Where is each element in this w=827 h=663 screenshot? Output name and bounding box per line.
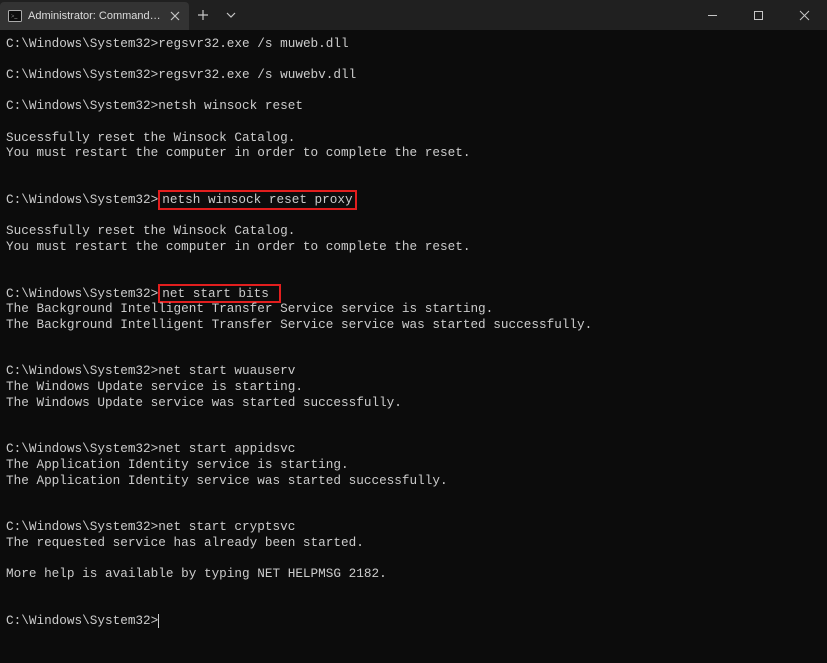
output-line: Sucessfully reset the Winsock Catalog. — [6, 223, 821, 239]
command-line: C:\Windows\System32>net start appidsvc — [6, 441, 821, 457]
blank-line — [6, 161, 821, 177]
command-text-highlighted: netsh winsock reset proxy — [158, 190, 356, 210]
command-line: C:\Windows\System32>net start wuauserv — [6, 363, 821, 379]
prompt-text: C:\Windows\System32> — [6, 36, 158, 51]
blank-line — [6, 597, 821, 613]
command-text: net start cryptsvc — [158, 519, 295, 534]
blank-line — [6, 270, 821, 286]
titlebar-drag-region[interactable] — [245, 0, 689, 30]
blank-line — [6, 488, 821, 504]
output-line: You must restart the computer in order t… — [6, 145, 821, 161]
blank-line — [6, 504, 821, 520]
blank-line — [6, 208, 821, 224]
new-tab-button[interactable] — [189, 0, 217, 30]
blank-line — [6, 332, 821, 348]
cmd-icon: >_ — [8, 9, 22, 23]
blank-line — [6, 254, 821, 270]
command-line: C:\Windows\System32>regsvr32.exe /s muwe… — [6, 36, 821, 52]
terminal-output[interactable]: C:\Windows\System32>regsvr32.exe /s muwe… — [0, 30, 827, 663]
prompt-text: C:\Windows\System32> — [6, 363, 158, 378]
maximize-button[interactable] — [735, 0, 781, 30]
tab-active[interactable]: >_ Administrator: Command Promp — [0, 2, 189, 30]
output-line: More help is available by typing NET HEL… — [6, 566, 821, 582]
command-line: C:\Windows\System32>net start cryptsvc — [6, 519, 821, 535]
output-line: The Background Intelligent Transfer Serv… — [6, 301, 821, 317]
command-text: net start appidsvc — [158, 441, 295, 456]
command-text: net start wuauserv — [158, 363, 295, 378]
app-window: >_ Administrator: Command Promp C:\Windo… — [0, 0, 827, 663]
output-line: The Background Intelligent Transfer Serv… — [6, 317, 821, 333]
command-text: regsvr32.exe /s wuwebv.dll — [158, 67, 356, 82]
current-prompt: C:\Windows\System32> — [6, 613, 821, 629]
command-line: C:\Windows\System32>netsh winsock reset — [6, 98, 821, 114]
blank-line — [6, 582, 821, 598]
command-line: C:\Windows\System32>regsvr32.exe /s wuwe… — [6, 67, 821, 83]
tab-title: Administrator: Command Promp — [28, 10, 161, 22]
tab-dropdown-button[interactable] — [217, 0, 245, 30]
blank-line — [6, 114, 821, 130]
prompt-text: C:\Windows\System32> — [6, 67, 158, 82]
output-line: Sucessfully reset the Winsock Catalog. — [6, 130, 821, 146]
prompt-text: C:\Windows\System32> — [6, 98, 158, 113]
tab-close-button[interactable] — [167, 8, 183, 24]
prompt-text: C:\Windows\System32> — [6, 519, 158, 534]
titlebar: >_ Administrator: Command Promp — [0, 0, 827, 30]
blank-line — [6, 426, 821, 442]
command-line-highlighted: C:\Windows\System32>net start bits — [6, 286, 821, 302]
prompt-text: C:\Windows\System32> — [6, 441, 158, 456]
prompt-text: C:\Windows\System32> — [6, 192, 158, 207]
output-line: The Windows Update service was started s… — [6, 395, 821, 411]
blank-line — [6, 176, 821, 192]
output-line: You must restart the computer in order t… — [6, 239, 821, 255]
command-text: regsvr32.exe /s muweb.dll — [158, 36, 348, 51]
output-line: The Application Identity service is star… — [6, 457, 821, 473]
close-button[interactable] — [781, 0, 827, 30]
blank-line — [6, 348, 821, 364]
prompt-text: C:\Windows\System32> — [6, 286, 158, 301]
svg-text:>_: >_ — [11, 14, 18, 20]
output-line: The Windows Update service is starting. — [6, 379, 821, 395]
command-text: netsh winsock reset — [158, 98, 303, 113]
command-line-highlighted: C:\Windows\System32>netsh winsock reset … — [6, 192, 821, 208]
prompt-text: C:\Windows\System32> — [6, 613, 158, 628]
blank-line — [6, 83, 821, 99]
output-line: The requested service has already been s… — [6, 535, 821, 551]
blank-line — [6, 52, 821, 68]
minimize-button[interactable] — [689, 0, 735, 30]
output-line: The Application Identity service was sta… — [6, 473, 821, 489]
text-cursor — [158, 614, 159, 628]
blank-line — [6, 410, 821, 426]
blank-line — [6, 551, 821, 567]
